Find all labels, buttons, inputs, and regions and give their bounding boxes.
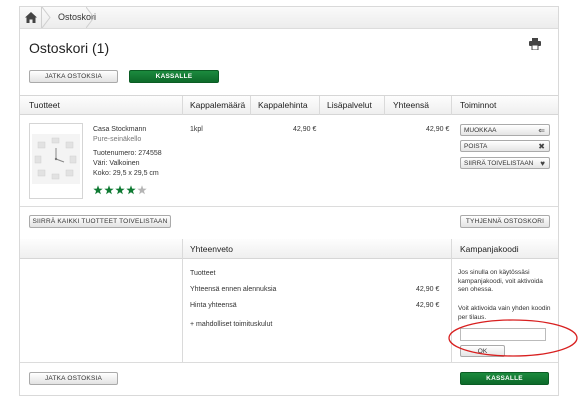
column-divider — [319, 96, 320, 115]
continue-shopping-button-bottom[interactable]: JATKA OSTOKSIA — [29, 372, 118, 385]
column-divider — [250, 96, 251, 115]
star-filled-icon — [104, 185, 114, 195]
product-total: 42,90 € — [426, 126, 450, 133]
home-link[interactable] — [20, 7, 42, 28]
campaign-heading: Kampanjakoodi — [460, 244, 519, 254]
star-filled-icon — [126, 185, 136, 195]
column-header-services: Lisäpalvelut — [327, 100, 372, 110]
total-label: Hinta yhteensä — [190, 302, 237, 309]
edit-label: MUOKKAA — [464, 127, 497, 134]
heart-icon: ♥ — [540, 159, 545, 168]
product-unit-price: 42,90 € — [293, 126, 317, 133]
delete-label: POISTA — [464, 143, 488, 150]
breadcrumb: Ostoskori — [20, 7, 558, 29]
annotation-circle — [448, 319, 578, 357]
star-filled-icon — [93, 185, 103, 195]
product-name[interactable]: Pure-seinäkello — [93, 136, 141, 143]
column-divider — [451, 96, 452, 115]
move-to-wishlist-button[interactable]: SIIRRÄ TOIVELISTAAN ♥ — [460, 157, 550, 169]
column-header-quantity: Kappalemäärä — [190, 100, 246, 110]
divider — [20, 206, 558, 207]
product-quantity: 1kpl — [190, 126, 203, 133]
cart-table-header: Tuotteet Kappalemäärä Kappalehinta Lisäp… — [20, 95, 558, 115]
column-divider — [182, 259, 183, 362]
edit-button[interactable]: MUOKKAA ⇐ — [460, 124, 550, 136]
total-value: 42,90 € — [416, 302, 440, 309]
move-to-wishlist-label: SIIRRÄ TOIVELISTAAN — [464, 160, 534, 167]
before-discount-label: Yhteensä ennen alennuksia — [190, 286, 277, 293]
column-divider — [451, 239, 452, 259]
arrow-left-icon: ⇐ — [538, 126, 545, 135]
campaign-text: Jos sinulla on käytössäsi kampanjakoodi,… — [458, 269, 543, 293]
product-image[interactable] — [29, 123, 83, 199]
wall-clock-image — [32, 134, 80, 184]
product-color: Väri: Valkoinen — [93, 160, 140, 167]
product-brand[interactable]: Casa Stockmann — [93, 126, 146, 133]
print-icon[interactable] — [529, 38, 541, 50]
close-icon: ✖ — [538, 142, 545, 151]
breadcrumb-end-icon — [86, 7, 95, 28]
checkout-button-bottom[interactable]: KASSALLE — [460, 372, 549, 385]
checkout-button[interactable]: KASSALLE — [129, 70, 219, 83]
summary-products-label: Tuotteet — [190, 270, 216, 277]
column-header-products: Tuotteet — [29, 100, 60, 110]
column-header-total: Yhteensä — [393, 100, 429, 110]
before-discount-value: 42,90 € — [416, 286, 440, 293]
product-number: Tuotenumero: 274558 — [93, 150, 162, 157]
column-header-unit-price: Kappalehinta — [258, 100, 308, 110]
shipping-note: + mahdolliset toimituskulut — [190, 321, 273, 328]
product-size: Koko: 29,5 x 29,5 cm — [93, 170, 159, 177]
move-all-to-wishlist-button[interactable]: SIIRRÄ KAIKKI TUOTTEET TOIVELISTAAN — [29, 215, 171, 228]
empty-cart-button[interactable]: TYHJENNÄ OSTOSKORI — [460, 215, 550, 228]
column-divider — [182, 96, 183, 115]
page-title: Ostoskori (1) — [29, 40, 110, 56]
delete-button[interactable]: POISTA ✖ — [460, 140, 550, 152]
column-header-actions: Toiminnot — [460, 100, 497, 110]
column-divider — [384, 96, 385, 115]
summary-header: Yhteenveto Kampanjakoodi — [20, 239, 558, 259]
product-rating — [93, 182, 148, 200]
continue-shopping-button[interactable]: JATKA OSTOKSIA — [29, 70, 118, 83]
column-divider — [182, 239, 183, 259]
breadcrumb-separator-icon — [42, 7, 51, 28]
divider — [20, 362, 558, 363]
cart-panel: Ostoskori Ostoskori (1) JATKA OSTOKSIA K… — [19, 6, 578, 396]
summary-heading: Yhteenveto — [190, 244, 234, 254]
home-icon — [25, 12, 37, 23]
star-filled-icon — [115, 185, 125, 195]
star-empty-icon — [137, 185, 147, 195]
